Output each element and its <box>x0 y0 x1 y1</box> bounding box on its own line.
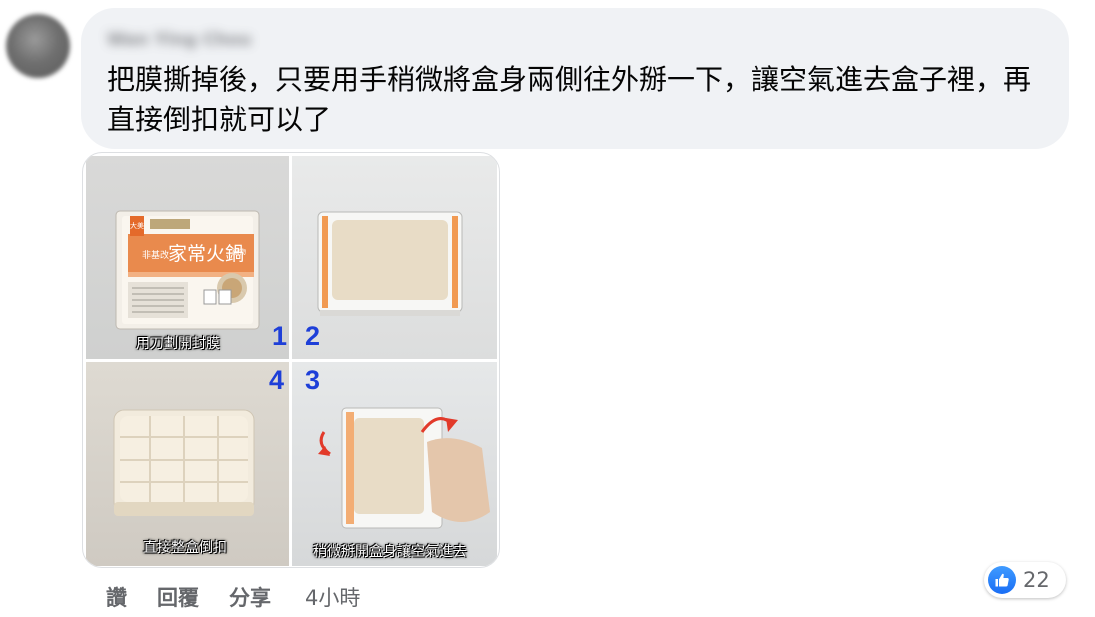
like-button[interactable]: 讚 <box>106 582 127 612</box>
comment-author-name[interactable]: Wan Ying Chou <box>107 30 303 52</box>
photo-panel-push-sides <box>292 362 497 566</box>
caption-open-sides: 稍微掰開盒身讓空氣進去 <box>313 544 467 560</box>
push-sides-illustration <box>318 407 490 529</box>
commenter-avatar[interactable] <box>6 14 70 78</box>
svg-text:鍋物: 鍋物 <box>232 247 246 256</box>
thumbs-up-icon <box>988 566 1016 594</box>
step-number-4: 4 <box>269 365 285 395</box>
inverted-tofu-illustration <box>113 409 255 516</box>
share-button[interactable]: 分享 <box>229 582 271 612</box>
svg-text:非基改: 非基改 <box>142 249 169 261</box>
step-number-2: 2 <box>305 321 321 351</box>
comment-bubble: Wan Ying Chou 把膜撕掉後，只要用手稍微將盒身兩側往外掰一下，讓空氣… <box>81 8 1069 149</box>
step-number-3: 3 <box>305 365 321 395</box>
photo-panel-inverted-tofu <box>86 362 289 566</box>
svg-text:大美: 大美 <box>130 221 144 230</box>
reaction-summary[interactable]: 22 <box>984 562 1066 598</box>
comment-actions: 讚 回覆 分享 4小時 <box>106 582 360 612</box>
comment-photo[interactable]: 大美 非基改 家常火鍋 鍋物 1 2 4 3 用刀劃開封膜 直接整盒倒扣 稍微掰… <box>82 152 500 568</box>
caption-cut-seal: 用刀劃開封膜 <box>136 336 220 352</box>
reaction-count: 22 <box>1023 568 1050 592</box>
comment-text: 把膜撕掉後，只要用手稍微將盒身兩側往外掰一下，讓空氣進去盒子裡，再直接倒扣就可以… <box>107 63 1032 136</box>
reply-button[interactable]: 回覆 <box>157 582 199 612</box>
photo-panel-opened-package <box>292 156 497 359</box>
step-number-1: 1 <box>272 321 288 351</box>
photo-panel-sealed-package: 大美 非基改 家常火鍋 鍋物 <box>86 156 289 359</box>
caption-invert-box: 直接整盒倒扣 <box>143 540 227 556</box>
opened-tofu-package-illustration <box>317 211 463 316</box>
comment-timestamp[interactable]: 4小時 <box>305 582 360 612</box>
sealed-tofu-package-illustration: 大美 非基改 家常火鍋 鍋物 <box>115 210 260 330</box>
